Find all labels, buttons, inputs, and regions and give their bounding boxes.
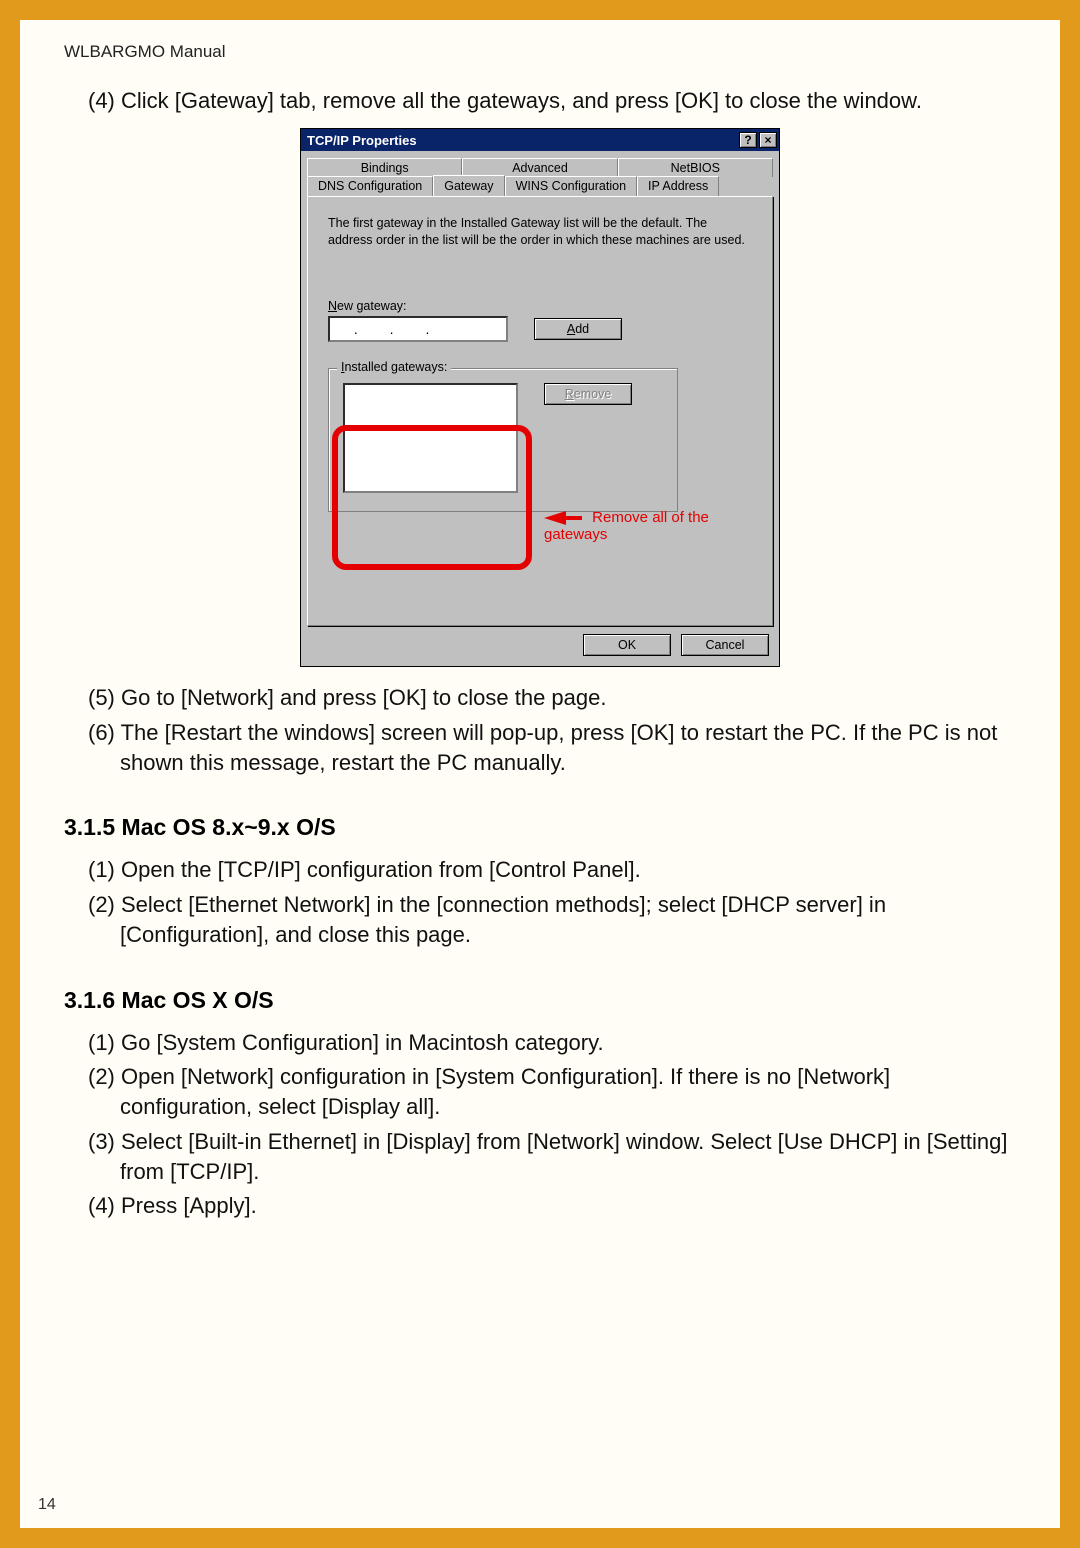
- ok-button[interactable]: OK: [583, 634, 671, 656]
- installed-gateways-list[interactable]: [343, 383, 518, 493]
- page-number: 14: [38, 1496, 56, 1514]
- dialog-title: TCP/IP Properties: [307, 133, 417, 148]
- arrow-left-icon: [544, 511, 566, 525]
- tcpip-properties-dialog: TCP/IP Properties ? × Bindings Advanced …: [300, 128, 780, 667]
- step-6: (6) The [Restart the windows] screen wil…: [60, 718, 1020, 779]
- new-gateway-input[interactable]: . . .: [328, 316, 508, 342]
- gateway-tab-panel: The first gateway in the Installed Gatew…: [307, 196, 773, 626]
- sec316-item-3: (3) Select [Built-in Ethernet] in [Displ…: [60, 1127, 1020, 1188]
- add-button[interactable]: Add: [534, 318, 622, 340]
- dialog-titlebar: TCP/IP Properties ? ×: [301, 129, 779, 151]
- remove-button[interactable]: Remove: [544, 383, 632, 405]
- tab-ip-address[interactable]: IP Address: [637, 176, 719, 197]
- installed-gateways-group: Installed gateways: Remove: [328, 368, 678, 512]
- sec315-item-1: (1) Open the [TCP/IP] configuration from…: [60, 855, 1020, 885]
- tab-netbios[interactable]: NetBIOS: [618, 158, 773, 177]
- manual-page: WLBARGMO Manual (4) Click [Gateway] tab,…: [20, 20, 1060, 1528]
- close-icon[interactable]: ×: [759, 132, 777, 148]
- tab-dns-configuration[interactable]: DNS Configuration: [307, 176, 433, 197]
- help-icon[interactable]: ?: [739, 132, 757, 148]
- tabs-row-back: Bindings Advanced NetBIOS: [307, 157, 773, 176]
- sec316-item-1: (1) Go [System Configuration] in Macinto…: [60, 1028, 1020, 1058]
- sec316-item-2: (2) Open [Network] configuration in [Sys…: [60, 1062, 1020, 1123]
- callout-text: Remove all of the gateways: [544, 509, 709, 543]
- section-315-title: 3.1.5 Mac OS 8.x~9.x O/S: [64, 814, 1020, 841]
- new-gateway-label: New gateway:: [328, 299, 752, 313]
- callout-annotation: Remove all of the gateways: [544, 509, 772, 543]
- page-header: WLBARGMO Manual: [64, 42, 1020, 62]
- sec315-item-2: (2) Select [Ethernet Network] in the [co…: [60, 890, 1020, 951]
- step-5: (5) Go to [Network] and press [OK] to cl…: [60, 683, 1020, 713]
- dialog-screenshot: TCP/IP Properties ? × Bindings Advanced …: [60, 128, 1020, 667]
- cancel-button[interactable]: Cancel: [681, 634, 769, 656]
- tab-wins-configuration[interactable]: WINS Configuration: [505, 176, 637, 197]
- section-316-title: 3.1.6 Mac OS X O/S: [64, 987, 1020, 1014]
- gateway-description: The first gateway in the Installed Gatew…: [328, 215, 752, 249]
- sec316-item-4: (4) Press [Apply].: [60, 1191, 1020, 1221]
- installed-gateways-label: Installed gateways:: [337, 360, 451, 374]
- tab-gateway[interactable]: Gateway: [433, 175, 504, 196]
- tabs-row-front: DNS Configuration Gateway WINS Configura…: [307, 175, 773, 196]
- step-4: (4) Click [Gateway] tab, remove all the …: [60, 86, 1020, 116]
